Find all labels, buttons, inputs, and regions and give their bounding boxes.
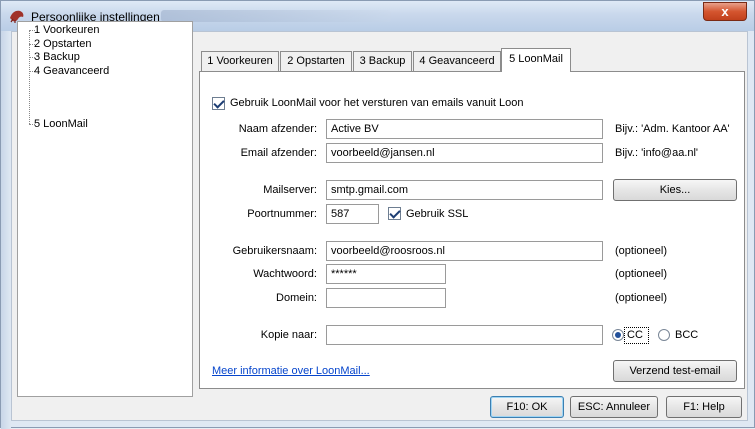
bcc-radio[interactable] bbox=[658, 329, 670, 341]
settings-window: Persoonlijke instellingen x 1 Voorkeuren… bbox=[0, 0, 755, 429]
use-ssl-label: Gebruik SSL bbox=[406, 208, 469, 220]
close-icon: x bbox=[721, 4, 729, 19]
use-ssl-checkbox[interactable] bbox=[388, 207, 401, 220]
sender-email-field[interactable]: voorbeeld@jansen.nl bbox=[326, 143, 603, 163]
bcc-label: BCC bbox=[675, 329, 699, 341]
tab-backup[interactable]: 3 Backup bbox=[353, 51, 412, 71]
username-field[interactable]: voorbeeld@roosroos.nl bbox=[326, 241, 603, 261]
username-hint: (optioneel) bbox=[615, 245, 667, 257]
use-loonmail-label: Gebruik LoonMail voor het versturen van … bbox=[230, 97, 524, 109]
mailserver-field[interactable]: smtp.gmail.com bbox=[326, 180, 603, 200]
sender-name-hint: Bijv.: 'Adm. Kantoor AA' bbox=[615, 123, 730, 135]
close-button[interactable]: x bbox=[703, 2, 747, 21]
port-label: Poortnummer: bbox=[247, 208, 317, 220]
use-loonmail-checkbox[interactable] bbox=[212, 97, 225, 110]
cancel-button[interactable]: ESC: Annuleer bbox=[570, 396, 658, 418]
window-left-edge bbox=[1, 31, 11, 429]
domain-hint: (optioneel) bbox=[615, 292, 667, 304]
tree-item-geavanceerd[interactable]: 4 Geavanceerd bbox=[34, 65, 109, 78]
sender-email-hint: Bijv.: 'info@aa.nl' bbox=[615, 147, 699, 159]
loonmail-info-link[interactable]: Meer informatie over LoonMail... bbox=[212, 365, 370, 377]
domain-field[interactable] bbox=[326, 288, 446, 308]
title-obscured-region bbox=[161, 10, 391, 22]
sender-name-field[interactable]: Active BV bbox=[326, 119, 603, 139]
tree-item-backup[interactable]: 3 Backup bbox=[34, 51, 80, 64]
username-label: Gebruikersnaam: bbox=[232, 245, 317, 257]
choose-server-button[interactable]: Kies... bbox=[613, 179, 737, 201]
cc-label: CC bbox=[627, 329, 643, 341]
help-button[interactable]: F1: Help bbox=[666, 396, 742, 418]
domain-label: Domein: bbox=[276, 292, 317, 304]
copy-to-field[interactable] bbox=[326, 325, 603, 345]
tree-item-opstarten[interactable]: 2 Opstarten bbox=[34, 38, 91, 51]
tab-geavanceerd[interactable]: 4 Geavanceerd bbox=[413, 51, 501, 71]
tab-loonmail[interactable]: 5 LoonMail bbox=[501, 48, 571, 72]
sender-email-label: Email afzender: bbox=[240, 147, 317, 159]
cc-radio[interactable] bbox=[612, 329, 624, 341]
password-hint: (optioneel) bbox=[615, 268, 667, 280]
tree-item-loonmail[interactable]: 5 LoonMail bbox=[34, 118, 88, 131]
send-test-email-button[interactable]: Verzend test-email bbox=[613, 360, 737, 382]
sender-name-label: Naam afzender: bbox=[238, 123, 317, 135]
mailserver-label: Mailserver: bbox=[263, 184, 317, 196]
port-field[interactable]: 587 bbox=[326, 204, 379, 224]
ok-button[interactable]: F10: OK bbox=[490, 396, 564, 418]
password-field[interactable]: ****** bbox=[326, 264, 446, 284]
tab-opstarten[interactable]: 2 Opstarten bbox=[280, 51, 352, 71]
tree-item-voorkeuren[interactable]: 1 Voorkeuren bbox=[34, 24, 99, 37]
password-label: Wachtwoord: bbox=[253, 268, 317, 280]
settings-tree[interactable]: 1 Voorkeuren 2 Opstarten 3 Backup 4 Geav… bbox=[17, 21, 193, 397]
tab-voorkeuren[interactable]: 1 Voorkeuren bbox=[201, 51, 279, 71]
copy-to-label: Kopie naar: bbox=[260, 329, 317, 341]
